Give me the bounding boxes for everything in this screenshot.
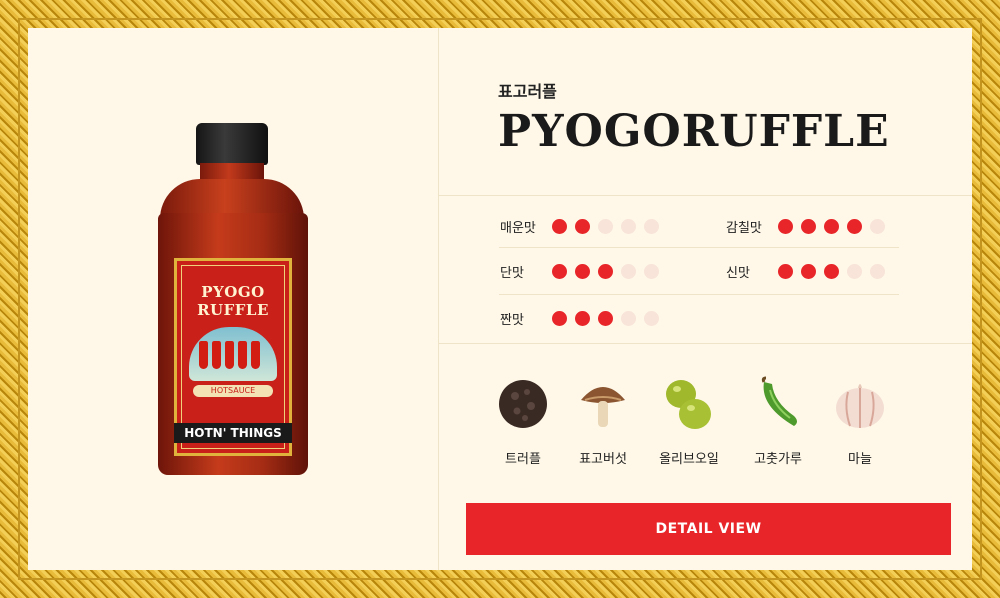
taste-level-dots bbox=[552, 219, 659, 234]
shiitake-mushroom-icon bbox=[575, 376, 631, 432]
level-dot-filled bbox=[824, 219, 839, 234]
level-dot-filled bbox=[778, 264, 793, 279]
divider bbox=[499, 294, 899, 295]
ingredient-garlic: 마늘 bbox=[820, 376, 900, 467]
level-dot-filled bbox=[575, 264, 590, 279]
taste-row: 신맛 bbox=[726, 262, 885, 281]
ingredient-chili-powder: 고춧가루 bbox=[738, 376, 818, 467]
taste-label: 감칠맛 bbox=[726, 221, 762, 236]
product-name-korean: 표고러플 bbox=[498, 82, 557, 101]
level-dot-filled bbox=[598, 264, 613, 279]
taste-label: 단맛 bbox=[500, 266, 524, 281]
hot-sauce-bottle-image: PYOGO RUFFLE HOTSAUCE HOTN' THINGS bbox=[156, 123, 312, 475]
taste-label: 매운맛 bbox=[500, 221, 536, 236]
divider bbox=[439, 195, 972, 196]
level-dot-empty bbox=[621, 219, 636, 234]
label-hotsauce-banner: HOTSAUCE bbox=[193, 385, 273, 397]
taste-row: 감칠맛 bbox=[726, 217, 885, 236]
product-card: PYOGO RUFFLE HOTSAUCE HOTN' THINGS 표고러플 … bbox=[28, 28, 972, 570]
detail-view-button[interactable]: DETAIL VIEW bbox=[466, 503, 951, 555]
level-dot-empty bbox=[598, 219, 613, 234]
level-dot-empty bbox=[621, 311, 636, 326]
chili-pepper-icon bbox=[199, 341, 208, 369]
garlic-icon bbox=[832, 376, 888, 432]
divider bbox=[439, 343, 972, 344]
chili-pepper-icon bbox=[225, 341, 234, 369]
taste-label: 신맛 bbox=[726, 266, 750, 281]
level-dot-filled bbox=[598, 311, 613, 326]
level-dot-filled bbox=[801, 219, 816, 234]
level-dot-filled bbox=[575, 311, 590, 326]
product-name-english: PYOGORUFFLE bbox=[498, 106, 890, 157]
level-dot-filled bbox=[552, 264, 567, 279]
ingredient-olive-oil: 올리브오일 bbox=[649, 376, 729, 467]
ingredient-label: 올리브오일 bbox=[659, 452, 719, 467]
taste-level-dots bbox=[552, 264, 659, 279]
taste-label: 짠맛 bbox=[500, 313, 524, 328]
level-dot-empty bbox=[644, 264, 659, 279]
taste-row: 단맛 bbox=[500, 262, 659, 281]
ingredient-label: 트러플 bbox=[505, 452, 541, 467]
level-dot-empty bbox=[870, 219, 885, 234]
label-line2: RUFFLE bbox=[197, 301, 269, 319]
ingredient-label: 마늘 bbox=[848, 452, 872, 467]
taste-level-dots bbox=[552, 311, 659, 326]
ingredient-shiitake: 표고버섯 bbox=[563, 376, 643, 467]
level-dot-filled bbox=[801, 264, 816, 279]
ingredient-truffle: 트러플 bbox=[483, 376, 563, 467]
chili-pepper-icon bbox=[251, 341, 260, 369]
label-line1: PYOGO bbox=[201, 283, 265, 301]
olive-icon bbox=[661, 376, 717, 432]
bottle-cap bbox=[196, 123, 268, 165]
truffle-icon bbox=[495, 376, 551, 432]
taste-row: 짠맛 bbox=[500, 309, 659, 328]
product-info-panel: 표고러플 PYOGORUFFLE 매운맛 감칠맛 단맛 신맛 짠맛 트러플 표고… bbox=[439, 28, 972, 570]
level-dot-filled bbox=[552, 311, 567, 326]
green-chili-icon bbox=[750, 376, 806, 432]
taste-level-dots bbox=[778, 264, 885, 279]
level-dot-filled bbox=[778, 219, 793, 234]
ingredient-label: 고춧가루 bbox=[754, 452, 802, 467]
level-dot-empty bbox=[644, 311, 659, 326]
level-dot-filled bbox=[847, 219, 862, 234]
level-dot-empty bbox=[644, 219, 659, 234]
level-dot-empty bbox=[847, 264, 862, 279]
label-brand: HOTN' THINGS bbox=[174, 423, 292, 443]
level-dot-filled bbox=[575, 219, 590, 234]
level-dot-empty bbox=[621, 264, 636, 279]
taste-level-dots bbox=[778, 219, 885, 234]
taste-row: 매운맛 bbox=[500, 217, 659, 236]
ingredient-label: 표고버섯 bbox=[579, 452, 627, 467]
bottle-label: PYOGO RUFFLE HOTSAUCE HOTN' THINGS bbox=[174, 258, 292, 456]
divider bbox=[499, 247, 899, 248]
level-dot-filled bbox=[824, 264, 839, 279]
product-image-panel: PYOGO RUFFLE HOTSAUCE HOTN' THINGS bbox=[28, 28, 439, 570]
chili-pepper-icon bbox=[238, 341, 247, 369]
chili-pepper-icon bbox=[212, 341, 221, 369]
level-dot-empty bbox=[870, 264, 885, 279]
level-dot-filled bbox=[552, 219, 567, 234]
